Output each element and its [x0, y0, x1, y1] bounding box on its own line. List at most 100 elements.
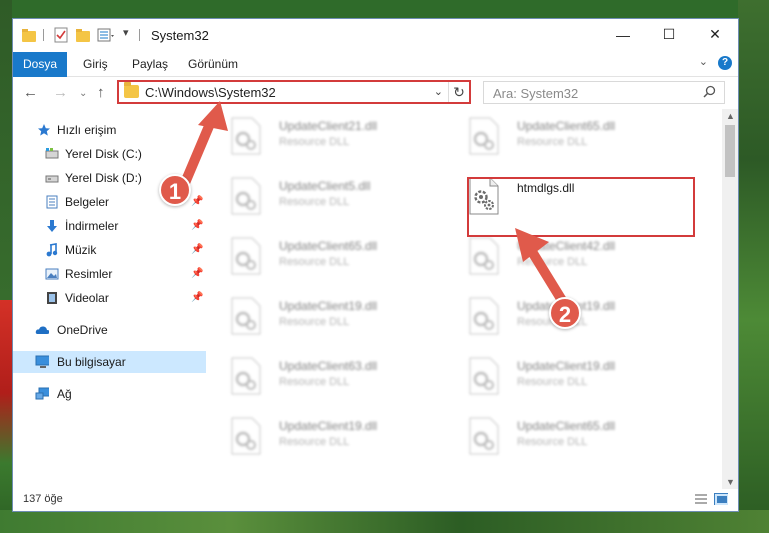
tab-share[interactable]: Paylaş [132, 54, 168, 74]
documents-icon [46, 195, 58, 209]
search-placeholder: Ara: System32 [493, 86, 579, 101]
file-name: UpdateClient5.dll [279, 179, 371, 193]
file-item[interactable]: UpdateClient5.dll Resource DLL [209, 169, 439, 217]
file-type: Resource DLL [517, 436, 588, 448]
file-item[interactable]: UpdateClient65.dll Resource DLL [209, 229, 439, 277]
sidebar-item-label: OneDrive [57, 323, 108, 337]
sidebar-item-pictures[interactable]: Resimler 📌 [13, 263, 206, 285]
file-item[interactable]: UpdateClient63.dll Resource DLL [209, 349, 439, 397]
sidebar-item-network[interactable]: Ağ [13, 383, 206, 405]
recent-locations-icon[interactable]: ⌄ [79, 88, 87, 99]
step-marker-2: 2 [549, 297, 581, 329]
up-arrow-icon[interactable]: ↑ [97, 84, 105, 101]
dll-file-icon [231, 417, 261, 455]
refresh-icon[interactable]: ↻ [448, 82, 469, 102]
dll-file-icon [469, 297, 499, 335]
tab-view[interactable]: Görünüm [188, 54, 238, 74]
file-type: Resource DLL [517, 376, 588, 388]
close-button[interactable]: ✕ [692, 19, 738, 50]
title-separator [139, 29, 140, 41]
file-item[interactable]: UpdateClient21.dll Resource DLL [209, 109, 439, 157]
sidebar-item-this-pc[interactable]: Bu bilgisayar [13, 351, 206, 373]
folder-icon[interactable] [21, 27, 37, 43]
file-item[interactable]: UpdateClient19.dll Resource DLL [209, 289, 439, 337]
details-view-icon[interactable] [694, 493, 708, 505]
search-input[interactable]: Ara: System32 [483, 81, 725, 104]
file-type: Resource DLL [279, 256, 350, 268]
status-bar: 137 öğe [13, 489, 738, 511]
step-marker-1: 1 [159, 174, 191, 206]
customize-toolbar-icon[interactable]: ▾ [123, 26, 129, 42]
file-explorer-window: ▾ System32 — ☐ ✕ Dosya Giriş Paylaş Görü… [12, 18, 739, 512]
file-item[interactable]: UpdateClient65.dll Resource DLL [447, 109, 677, 157]
maximize-button[interactable]: ☐ [646, 19, 692, 50]
navigation-pane: Hızlı erişim Yerel Disk (C:) Yerel Disk … [13, 109, 208, 489]
drive-icon [45, 175, 59, 183]
navigation-bar: ← → ⌄ ↑ C:\Windows\System32 ⌄ ↻ Ara: Sys… [13, 77, 738, 109]
address-dropdown-icon[interactable]: ⌄ [434, 85, 443, 98]
help-icon[interactable]: ? [718, 56, 732, 70]
pin-icon[interactable]: 📌 [191, 263, 203, 285]
pin-icon[interactable]: 📌 [191, 287, 203, 309]
sidebar-item-label: Ağ [57, 387, 72, 401]
quick-access-separator [43, 29, 44, 41]
sidebar-item-label: Hızlı erişim [57, 123, 117, 137]
dll-file-icon [231, 237, 261, 275]
pin-icon[interactable]: 📌 [191, 239, 203, 261]
dll-file-icon [469, 117, 499, 155]
properties-icon[interactable] [53, 27, 69, 43]
minimize-button[interactable]: — [600, 19, 646, 50]
new-folder-icon[interactable] [75, 27, 91, 43]
forward-arrow-icon[interactable]: → [53, 84, 68, 101]
file-item[interactable]: UpdateClient19.dll Resource DLL [447, 349, 677, 397]
address-bar[interactable]: C:\Windows\System32 ⌄ ↻ [117, 80, 471, 104]
desktop-background-right [738, 0, 769, 533]
ribbon-tabs: Dosya Giriş Paylaş Görünüm ⌄ ? [13, 50, 738, 77]
file-name: UpdateClient21.dll [279, 119, 378, 133]
file-item[interactable]: UpdateClient19.dll Resource DLL [209, 409, 439, 457]
download-icon [47, 220, 57, 232]
title-bar: ▾ System32 — ☐ ✕ [13, 19, 738, 50]
sidebar-item-downloads[interactable]: İndirmeler 📌 [13, 215, 206, 237]
sidebar-item-label: Belgeler [65, 195, 110, 209]
video-icon [47, 292, 57, 304]
file-name: UpdateClient65.dll [279, 239, 378, 253]
sidebar-item-videos[interactable]: Videolar 📌 [13, 287, 206, 309]
file-list: UpdateClient21.dll Resource DLL UpdateCl… [209, 109, 722, 489]
dll-file-icon [231, 297, 261, 335]
sidebar-item-label: İndirmeler [65, 219, 119, 233]
search-icon[interactable] [703, 85, 716, 98]
sidebar-item-label: Resimler [65, 267, 113, 281]
file-name: UpdateClient19.dll [517, 359, 616, 373]
file-type: Resource DLL [517, 256, 588, 268]
folder-icon [124, 82, 139, 98]
file-type: Resource DLL [279, 436, 350, 448]
sidebar-item-music[interactable]: Müzik 📌 [13, 239, 206, 261]
computer-icon [35, 355, 49, 368]
star-icon [38, 124, 50, 136]
dll-file-icon [469, 237, 499, 275]
address-path[interactable]: C:\Windows\System32 [145, 85, 276, 100]
sidebar-item-quick-access[interactable]: Hızlı erişim [13, 119, 206, 141]
file-item[interactable]: UpdateClient65.dll Resource DLL [447, 409, 677, 457]
sidebar-item-onedrive[interactable]: OneDrive [13, 319, 206, 341]
window-title: System32 [151, 28, 209, 43]
dll-file-icon [231, 357, 261, 395]
pin-icon[interactable]: 📌 [191, 215, 203, 237]
scroll-down-icon[interactable]: ▼ [726, 477, 735, 487]
expand-ribbon-icon[interactable]: ⌄ [699, 55, 708, 68]
vertical-scrollbar[interactable]: ▲ ▼ [722, 109, 738, 489]
pin-icon[interactable]: 📌 [191, 191, 203, 213]
sidebar-item-disk-c[interactable]: Yerel Disk (C:) [13, 143, 206, 165]
view-options-icon[interactable] [97, 27, 115, 43]
scrollbar-thumb[interactable] [725, 125, 735, 177]
large-icons-view-icon[interactable] [714, 493, 728, 505]
file-name: UpdateClient65.dll [517, 119, 616, 133]
sidebar-item-label: Bu bilgisayar [57, 355, 126, 369]
back-arrow-icon[interactable]: ← [23, 84, 38, 101]
tab-home[interactable]: Giriş [83, 54, 108, 74]
sidebar-item-label: Müzik [65, 243, 97, 257]
scroll-up-icon[interactable]: ▲ [726, 111, 735, 121]
sidebar-item-label: Yerel Disk (D:) [65, 171, 142, 185]
tab-file[interactable]: Dosya [13, 52, 67, 77]
